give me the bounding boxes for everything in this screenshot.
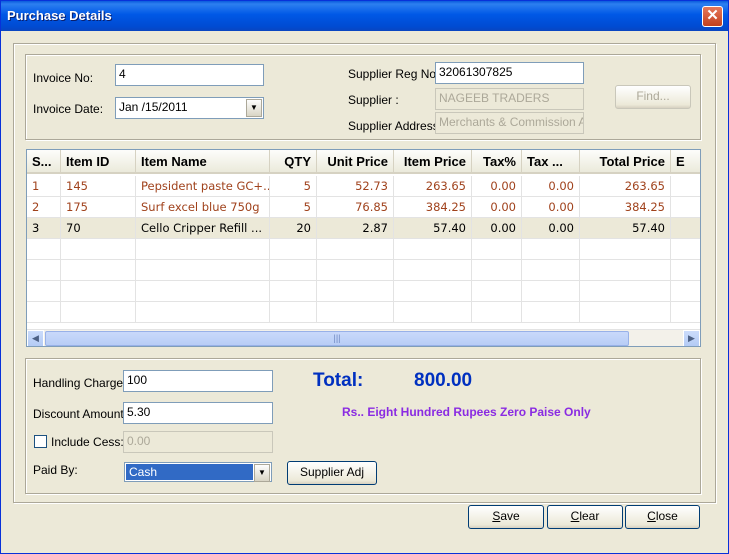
- cell-sno: 2: [27, 197, 61, 218]
- items-grid[interactable]: S... Item ID Item Name QTY Unit Price It…: [26, 149, 701, 347]
- total-value: 800.00: [414, 370, 473, 391]
- col-sno[interactable]: S...: [27, 150, 61, 174]
- cell-extra: [671, 176, 700, 197]
- supplier-address-field: Merchants & Commission Age: [435, 112, 584, 134]
- cell-unit-price: 76.85: [317, 197, 394, 218]
- cell-qty: 20: [270, 218, 317, 239]
- supplier-label: Supplier :: [348, 93, 399, 107]
- invoice-date-value: Jan /15/2011: [119, 100, 188, 114]
- supplier-name-field: NAGEEB TRADERS: [435, 88, 584, 110]
- cell-tax: 0.00: [522, 176, 580, 197]
- cell-qty: 5: [270, 176, 317, 197]
- supplier-reg-label: Supplier Reg No:: [348, 67, 440, 81]
- close-window-button[interactable]: ✕: [702, 6, 723, 27]
- invoice-date-label: Invoice Date:: [33, 102, 104, 116]
- save-rest: ave: [500, 509, 520, 523]
- close-accel: C: [647, 509, 656, 523]
- cell-item-id: 145: [61, 176, 136, 197]
- chevron-down-icon[interactable]: ▼: [254, 464, 270, 482]
- invoice-no-label: Invoice No:: [33, 71, 94, 85]
- supplier-address-label: Supplier Address:: [348, 119, 443, 133]
- col-item-name[interactable]: Item Name: [136, 150, 270, 174]
- clear-button[interactable]: Clear: [547, 505, 623, 529]
- cell-total-price: 384.25: [580, 197, 671, 218]
- col-unit-price[interactable]: Unit Price: [317, 150, 394, 174]
- cell-item-name: Cello Cripper Refill ...: [136, 218, 270, 239]
- cell-item-name: Surf excel blue 750g: [136, 197, 270, 218]
- paid-by-value: Cash: [126, 464, 253, 480]
- cell-item-id: 70: [61, 218, 136, 239]
- clear-rest: lear: [579, 509, 600, 523]
- cell-sno: 3: [27, 218, 61, 239]
- find-button[interactable]: Find...: [615, 85, 691, 109]
- save-button[interactable]: Save: [468, 505, 544, 529]
- cell-tax: 0.00: [522, 197, 580, 218]
- discount-amount-field[interactable]: 5.30: [123, 402, 273, 424]
- supplier-adj-button[interactable]: Supplier Adj: [287, 461, 377, 485]
- cell-item-price: 57.40: [394, 218, 472, 239]
- cell-extra: [671, 197, 700, 218]
- cell-item-price: 384.25: [394, 197, 472, 218]
- amount-in-words: Rs.. Eight Hundred Rupees Zero Paise Onl…: [342, 405, 591, 419]
- cell-unit-price: 52.73: [317, 176, 394, 197]
- chevron-down-icon[interactable]: ▼: [246, 99, 262, 117]
- title-bar[interactable]: Purchase Details ✕: [1, 1, 728, 31]
- cess-amount-field: 0.00: [123, 431, 273, 453]
- paid-by-select[interactable]: Cash ▼: [124, 462, 272, 482]
- scroll-left-icon[interactable]: ◀: [27, 330, 44, 346]
- discount-amount-label: Discount Amount:: [33, 407, 128, 421]
- empty-row[interactable]: [27, 281, 700, 302]
- cell-total-price: 57.40: [580, 218, 671, 239]
- scroll-thumb[interactable]: |||: [45, 331, 629, 346]
- invoice-date-picker[interactable]: Jan /15/2011 ▼: [115, 97, 264, 119]
- col-item-price[interactable]: Item Price: [394, 150, 472, 174]
- empty-row[interactable]: [27, 239, 700, 260]
- col-item-id[interactable]: Item ID: [61, 150, 136, 174]
- col-tax[interactable]: Tax ...: [522, 150, 580, 174]
- col-total-price[interactable]: Total Price: [580, 150, 671, 174]
- col-tax-pct[interactable]: Tax%: [472, 150, 522, 174]
- table-row-selected[interactable]: 3 70 Cello Cripper Refill ... 20 2.87 57…: [27, 218, 700, 239]
- horizontal-scrollbar[interactable]: ◀ ||| ▶: [27, 329, 700, 346]
- empty-row[interactable]: [27, 302, 700, 323]
- cell-sno: 1: [27, 176, 61, 197]
- scroll-right-icon[interactable]: ▶: [683, 330, 700, 346]
- cell-extra: [671, 218, 700, 239]
- include-cess-label: Include Cess:: [51, 435, 124, 449]
- col-qty[interactable]: QTY: [270, 150, 317, 174]
- cell-total-price: 263.65: [580, 176, 671, 197]
- cell-tax-pct: 0.00: [472, 218, 522, 239]
- invoice-no-field[interactable]: 4: [115, 64, 264, 86]
- handling-charges-label: Handling Charges:: [33, 376, 133, 390]
- close-button[interactable]: Close: [625, 505, 700, 529]
- cell-tax-pct: 0.00: [472, 197, 522, 218]
- table-row[interactable]: 2 175 Surf excel blue 750g 5 76.85 384.2…: [27, 197, 700, 218]
- cell-qty: 5: [270, 197, 317, 218]
- cell-tax: 0.00: [522, 218, 580, 239]
- supplier-reg-field[interactable]: 32061307825: [435, 62, 584, 84]
- purchase-details-window: Purchase Details ✕ Invoice No: 4 Invoice…: [0, 0, 729, 554]
- empty-row[interactable]: [27, 260, 700, 281]
- cell-item-name: Pepsident paste GC+...: [136, 176, 270, 197]
- table-row[interactable]: 1 145 Pepsident paste GC+... 5 52.73 263…: [27, 176, 700, 197]
- grid-header: S... Item ID Item Name QTY Unit Price It…: [27, 150, 700, 174]
- window-title: Purchase Details: [7, 8, 112, 23]
- cell-unit-price: 2.87: [317, 218, 394, 239]
- cell-item-price: 263.65: [394, 176, 472, 197]
- close-rest: lose: [655, 509, 678, 523]
- handling-charges-field[interactable]: 100: [123, 370, 273, 392]
- cell-tax-pct: 0.00: [472, 176, 522, 197]
- paid-by-label: Paid By:: [33, 463, 78, 477]
- cell-item-id: 175: [61, 197, 136, 218]
- col-extra[interactable]: E: [671, 150, 700, 174]
- total-label: Total:: [313, 370, 364, 391]
- include-cess-checkbox[interactable]: [34, 435, 47, 448]
